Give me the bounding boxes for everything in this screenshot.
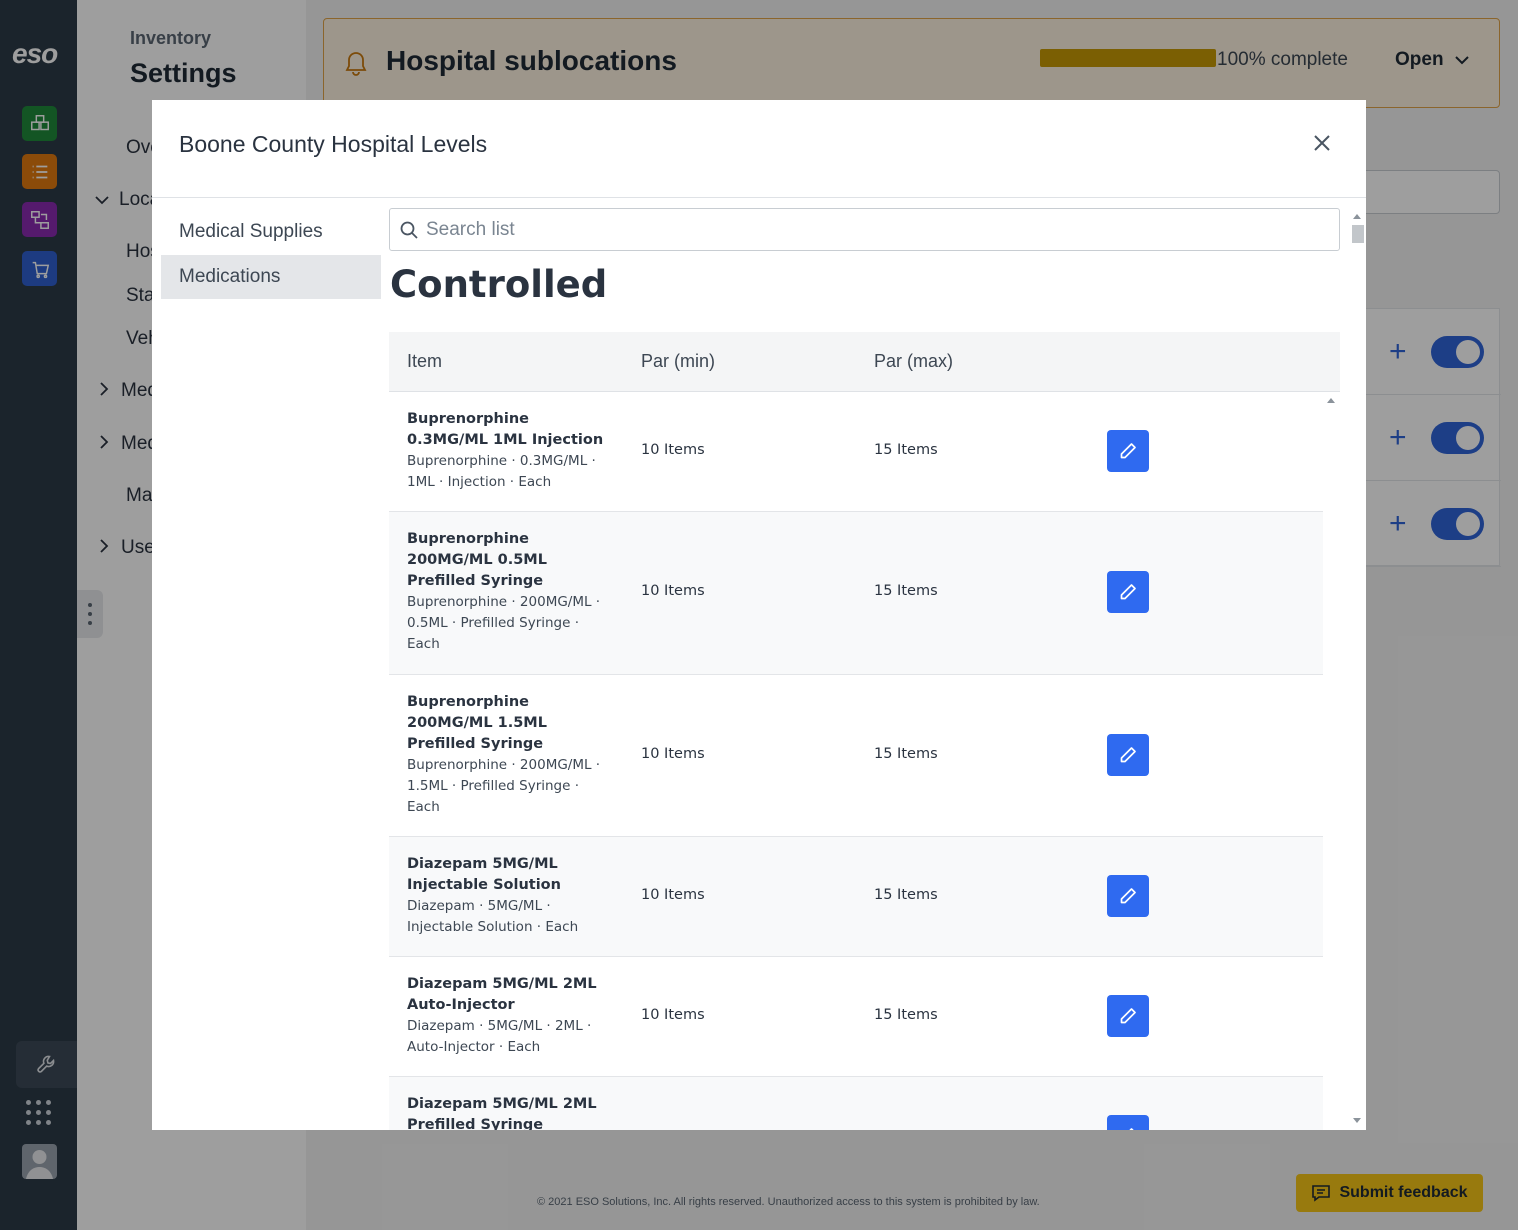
pencil-icon [1129, 1128, 1134, 1130]
tab-medications[interactable]: Medications [161, 255, 381, 299]
scroll-up-icon[interactable] [1353, 214, 1361, 219]
table-row: Buprenorphine 0.3MG/ML 1ML Injection Bup… [389, 392, 1323, 512]
search-list-field[interactable] [389, 208, 1340, 251]
table-row: Diazepam 5MG/ML 2ML Auto-Injector Diazep… [389, 957, 1323, 1077]
pencil-icon [1120, 747, 1136, 763]
edit-button[interactable] [1107, 995, 1149, 1037]
table-scrollbar[interactable] [1323, 392, 1340, 1130]
scrollbar-thumb[interactable] [1352, 225, 1364, 243]
edit-button[interactable] [1107, 1115, 1149, 1130]
par-max-value: 15 Items [874, 1007, 938, 1023]
item-description: Buprenorphine · 200MG/ML · 1.5ML · Prefi… [407, 757, 601, 815]
table-row: Diazepam 5MG/ML 2ML Prefilled Syringe [389, 1077, 1323, 1130]
column-header-item[interactable]: Item [407, 351, 442, 372]
par-min-value: 10 Items [641, 746, 705, 762]
par-min-value: 10 Items [641, 583, 705, 599]
modal-title: Boone County Hospital Levels [179, 131, 488, 157]
pencil-icon [1120, 584, 1136, 600]
scroll-up-icon[interactable] [1327, 398, 1335, 403]
par-max-value: 15 Items [874, 746, 938, 762]
table-header: Item Par (min) Par (max) [389, 332, 1340, 392]
tab-medical-supplies[interactable]: Medical Supplies [161, 210, 381, 254]
pencil-icon [1120, 1008, 1136, 1024]
item-name: Diazepam 5MG/ML Injectable Solution [407, 856, 561, 893]
par-min-value: 10 Items [641, 887, 705, 903]
par-max-value: 15 Items [874, 442, 938, 458]
table-row: Diazepam 5MG/ML Injectable Solution Diaz… [389, 837, 1323, 957]
item-name: Buprenorphine 0.3MG/ML 1ML Injection [407, 411, 604, 448]
item-description: Buprenorphine · 200MG/ML · 0.5ML · Prefi… [407, 594, 601, 652]
edit-button[interactable] [1107, 571, 1149, 613]
item-name: Diazepam 5MG/ML 2ML Auto-Injector [407, 976, 597, 1013]
medication-table-body: Buprenorphine 0.3MG/ML 1ML Injection Bup… [389, 392, 1323, 1130]
pencil-icon [1120, 443, 1136, 459]
par-max-value: 15 Items [874, 583, 938, 599]
section-title: Controlled [390, 263, 608, 306]
item-description: Buprenorphine · 0.3MG/ML · 1ML · Injecti… [407, 453, 596, 490]
search-icon [400, 221, 418, 239]
edit-button[interactable] [1107, 734, 1149, 776]
item-name: Buprenorphine 200MG/ML 1.5ML Prefilled S… [407, 694, 547, 752]
par-min-value: 10 Items [641, 442, 705, 458]
modal-scrollbar[interactable] [1349, 208, 1366, 1130]
scroll-down-icon[interactable] [1353, 1118, 1361, 1123]
table-row: Buprenorphine 200MG/ML 1.5ML Prefilled S… [389, 675, 1323, 837]
par-max-value: 15 Items [874, 887, 938, 903]
pencil-icon [1120, 888, 1136, 904]
edit-button[interactable] [1107, 875, 1149, 917]
item-name: Buprenorphine 200MG/ML 0.5ML Prefilled S… [407, 531, 547, 589]
par-min-value: 10 Items [641, 1007, 705, 1023]
hospital-levels-modal: Boone County Hospital Levels Medical Sup… [152, 100, 1366, 1130]
item-description: Diazepam · 5MG/ML · Injectable Solution … [407, 898, 579, 935]
search-input[interactable] [426, 213, 1326, 246]
column-header-par-min[interactable]: Par (min) [641, 351, 715, 372]
close-icon[interactable] [1307, 128, 1337, 158]
edit-button[interactable] [1107, 430, 1149, 472]
item-description: Diazepam · 5MG/ML · 2ML · Auto-Injector … [407, 1018, 592, 1055]
column-header-par-max[interactable]: Par (max) [874, 351, 953, 372]
table-row: Buprenorphine 200MG/ML 0.5ML Prefilled S… [389, 512, 1323, 675]
item-name: Diazepam 5MG/ML 2ML Prefilled Syringe [407, 1096, 597, 1130]
modal-header: Boone County Hospital Levels [152, 100, 1366, 198]
